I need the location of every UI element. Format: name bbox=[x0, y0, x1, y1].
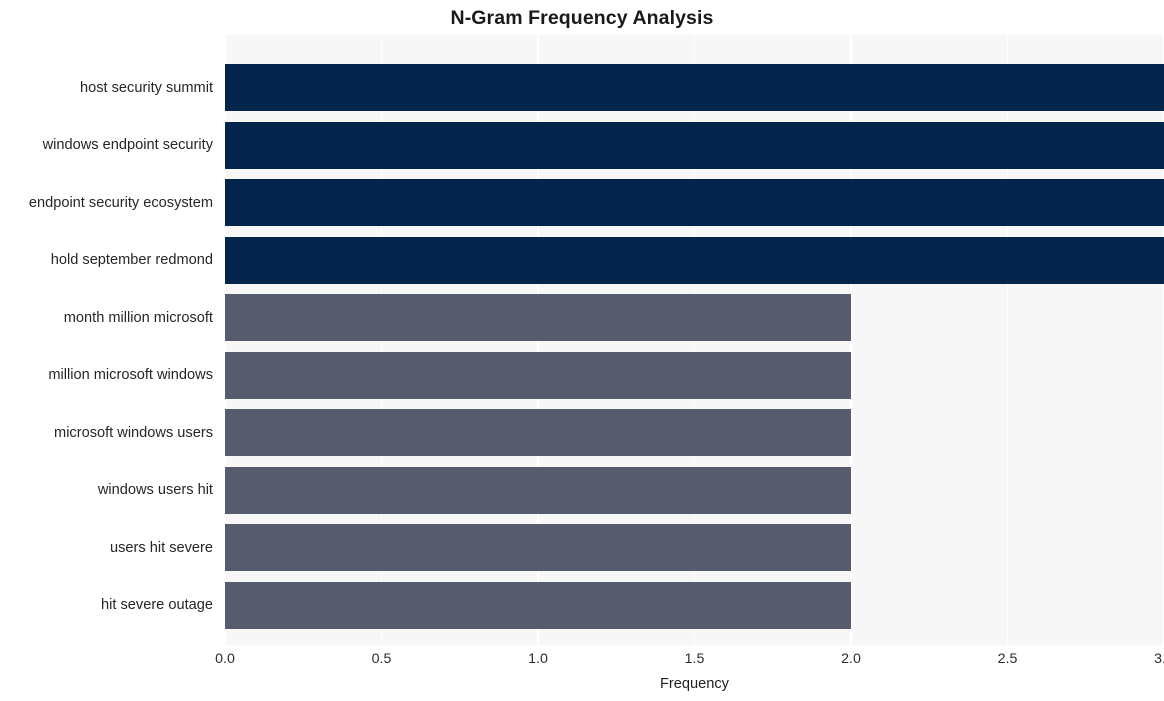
chart-title: N-Gram Frequency Analysis bbox=[450, 7, 714, 29]
y-tick-label: microsoft windows users bbox=[54, 424, 213, 441]
x-tick-label: 2.5 bbox=[997, 651, 1018, 667]
y-tick-label: windows users hit bbox=[97, 482, 213, 498]
x-tick-label: 3.0 bbox=[1154, 651, 1164, 667]
y-tick-label: users hit severe bbox=[109, 539, 213, 556]
x-tick-label: 2.0 bbox=[841, 651, 861, 667]
x-axis-tick-labels: 0.0 0.5 1.0 1.5 2.0 2.5 3.0 bbox=[0, 650, 1164, 672]
y-tick-label: million microsoft windows bbox=[48, 367, 213, 383]
y-tick-label: month million microsoft bbox=[63, 309, 213, 326]
x-tick-label: 1.0 bbox=[528, 651, 548, 667]
bar[interactable] bbox=[225, 236, 1164, 284]
x-axis-title: Frequency bbox=[660, 676, 729, 692]
y-tick-label: hit severe outage bbox=[101, 597, 213, 613]
bar[interactable] bbox=[225, 466, 851, 514]
bar[interactable] bbox=[225, 524, 851, 571]
bar[interactable] bbox=[225, 581, 851, 629]
bars-layer bbox=[225, 35, 1164, 645]
x-tick-label: 1.5 bbox=[684, 651, 705, 667]
plot-area bbox=[225, 35, 1164, 645]
y-tick-label: endpoint security ecosystem bbox=[28, 194, 213, 211]
bar[interactable] bbox=[225, 294, 851, 341]
y-axis-tick-labels: host security summit windows endpoint sec… bbox=[0, 35, 213, 645]
bar[interactable] bbox=[225, 121, 1164, 169]
y-tick-label: host security summit bbox=[80, 79, 213, 96]
y-tick-label: hold september redmond bbox=[50, 252, 213, 268]
bar[interactable] bbox=[225, 179, 1164, 226]
bar[interactable] bbox=[225, 351, 851, 399]
chart-figure: N-Gram Frequency Analysis host security … bbox=[0, 0, 1164, 701]
y-tick-label: windows endpoint security bbox=[42, 137, 213, 153]
x-tick-label: 0.5 bbox=[371, 651, 392, 667]
bar[interactable] bbox=[225, 409, 851, 456]
x-tick-label: 0.0 bbox=[215, 651, 235, 667]
bar[interactable] bbox=[225, 64, 1164, 111]
